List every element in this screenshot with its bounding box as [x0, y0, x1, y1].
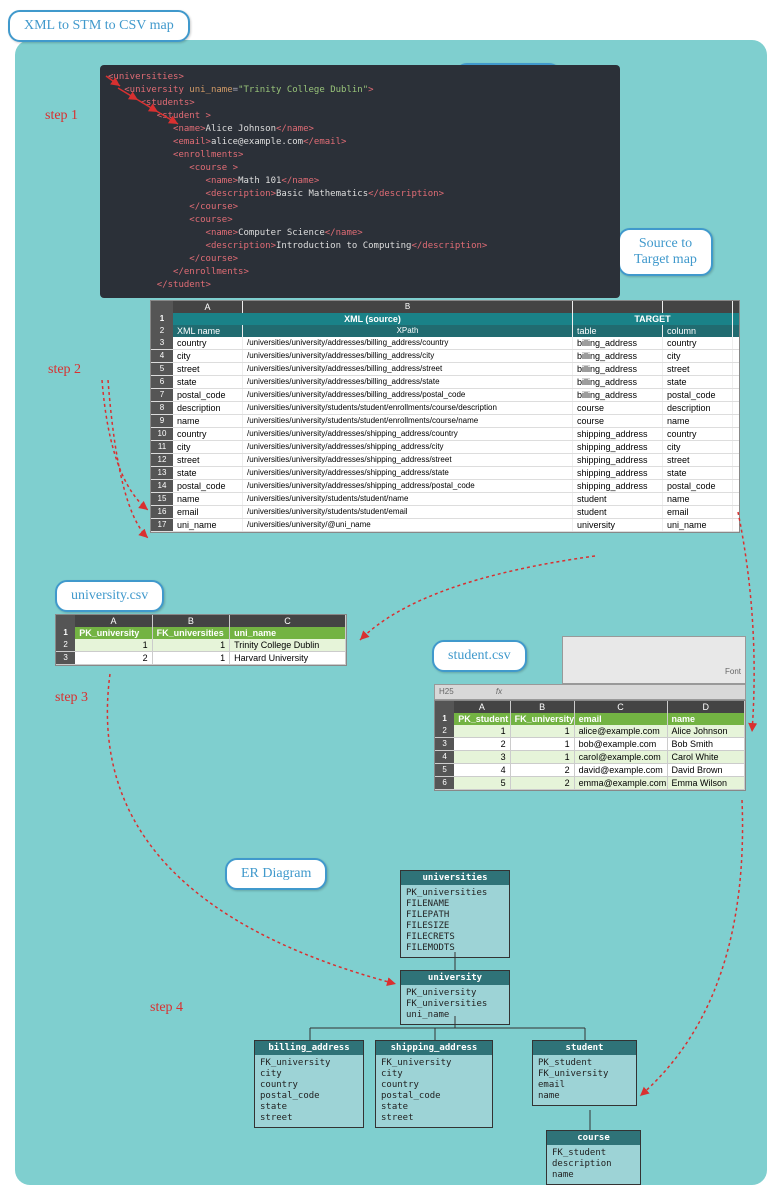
table-row: 15name/universities/university/students/… — [151, 493, 739, 506]
email-header: email — [575, 713, 668, 725]
title-label: XML to STM to CSV map — [8, 10, 190, 42]
table-row: 12street/universities/university/address… — [151, 454, 739, 467]
subhead-name: XML name — [173, 325, 243, 337]
table-row: 11city/universities/university/addresses… — [151, 441, 739, 454]
student-csv-table: A B C D 1 PK_student FK_university email… — [434, 700, 746, 791]
er-universities: universities PK_universitiesFILENAMEFILE… — [400, 870, 510, 958]
table-row: 10country/universities/university/addres… — [151, 428, 739, 441]
mapping-table: A B 1 XML (source) TARGET 2 XML name XPa… — [150, 300, 740, 533]
excel-toolbar: Font — [562, 636, 746, 684]
table-row: 14postal_code/universities/university/ad… — [151, 480, 739, 493]
source-target-label: Source to Target map — [618, 228, 713, 276]
table-row: 6state/universities/university/addresses… — [151, 376, 739, 389]
pk-stud-header: PK_student — [454, 713, 510, 725]
table-row: 16email/universities/university/students… — [151, 506, 739, 519]
pk-univ-header: PK_university — [75, 627, 152, 639]
col-letter: A — [173, 301, 243, 313]
uniname-header: uni_name — [230, 627, 346, 639]
table-row: 321bob@example.comBob Smith — [435, 738, 745, 751]
step-4-label: step 4 — [150, 1000, 183, 1016]
name-header: name — [668, 713, 746, 725]
table-row: 5street/universities/university/addresse… — [151, 363, 739, 376]
subhead-column: column — [663, 325, 733, 337]
university-csv-label: university.csv — [55, 580, 164, 612]
table-row: 8description/universities/university/stu… — [151, 402, 739, 415]
header-target: TARGET — [573, 313, 733, 325]
table-row: 4city/universities/university/addresses/… — [151, 350, 739, 363]
er-university: university PK_universityFK_universitiesu… — [400, 970, 510, 1025]
table-row: 652emma@example.comEmma Wilson — [435, 777, 745, 790]
fk-header: FK_universities — [153, 627, 230, 639]
table-row: 9name/universities/university/students/s… — [151, 415, 739, 428]
step-1-label: step 1 — [45, 108, 78, 124]
col-letter: B — [243, 301, 573, 313]
cell-reference: H25 — [439, 687, 454, 696]
table-row: 13state/universities/university/addresse… — [151, 467, 739, 480]
er-student: student PK_studentFK_universityemailname — [532, 1040, 637, 1106]
step-3-label: step 3 — [55, 690, 88, 706]
er-course: course FK_studentdescriptionname — [546, 1130, 641, 1185]
university-csv-table: A B C 1 PK_university FK_universities un… — [55, 614, 347, 666]
er-billing: billing_address FK_universitycitycountry… — [254, 1040, 364, 1128]
table-row: 211Trinity College Dublin — [56, 639, 346, 652]
table-row: 431carol@example.comCarol White — [435, 751, 745, 764]
subhead-xpath: XPath — [243, 325, 573, 337]
student-csv-label: student.csv — [432, 640, 527, 672]
header-source: XML (source) — [173, 313, 573, 325]
er-diagram-label: ER Diagram — [225, 858, 327, 890]
table-row: 542david@example.comDavid Brown — [435, 764, 745, 777]
subhead-table: table — [573, 325, 663, 337]
table-row: 3country/universities/university/address… — [151, 337, 739, 350]
xml-code-block: <universities> <university uni_name="Tri… — [100, 65, 620, 298]
step-2-label: step 2 — [48, 362, 81, 378]
er-shipping: shipping_address FK_universitycitycountr… — [375, 1040, 493, 1128]
fk-univ-header: FK_university — [511, 713, 575, 725]
table-row: 17uni_name/universities/university/@uni_… — [151, 519, 739, 532]
formula-bar: H25 fx — [434, 684, 746, 700]
table-row: 321Harvard University — [56, 652, 346, 665]
table-row: 7postal_code/universities/university/add… — [151, 389, 739, 402]
table-row: 211alice@example.comAlice Johnson — [435, 725, 745, 738]
